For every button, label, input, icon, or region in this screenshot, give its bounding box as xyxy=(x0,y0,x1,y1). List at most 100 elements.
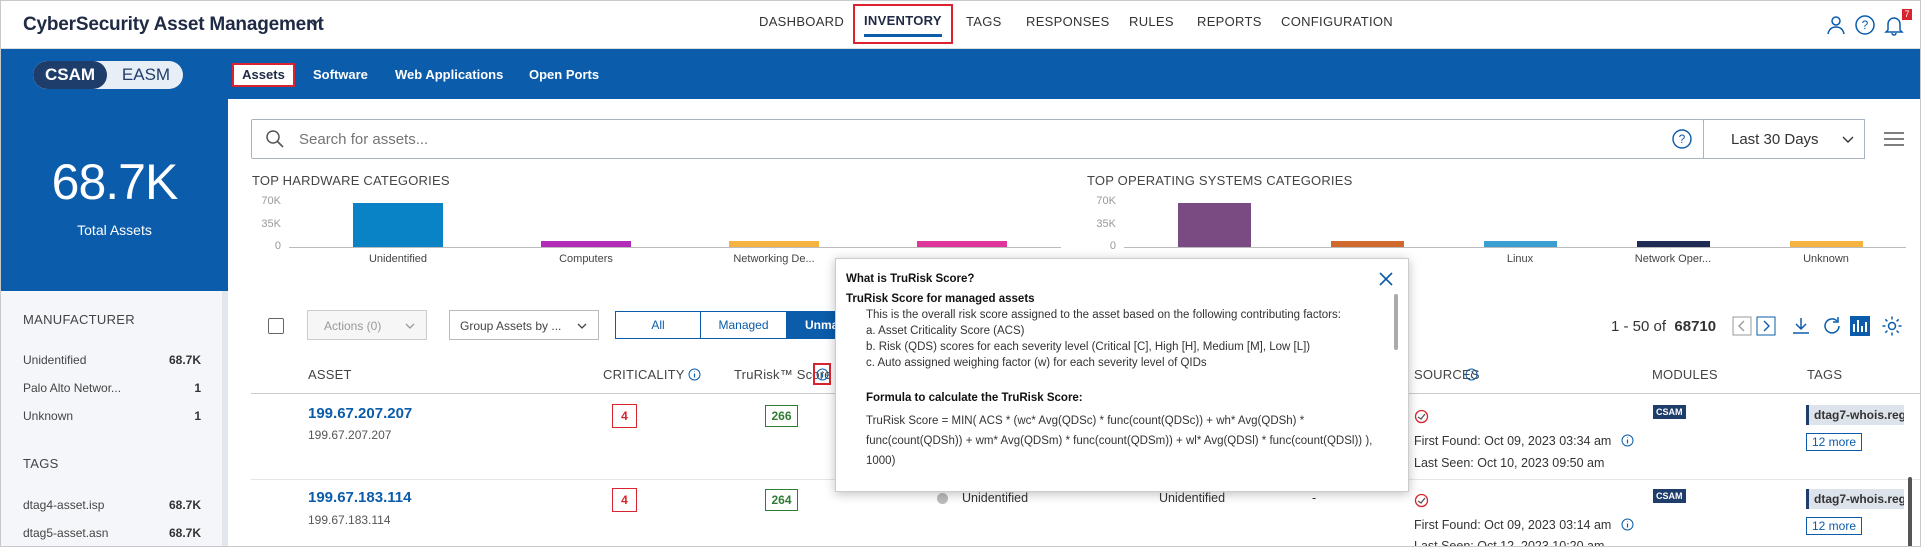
info-icon xyxy=(816,368,829,381)
search-help-icon[interactable]: ? xyxy=(1671,128,1693,150)
tab-software[interactable]: Software xyxy=(313,67,368,82)
download-icon[interactable] xyxy=(1790,315,1812,337)
user-icon[interactable] xyxy=(1825,14,1847,36)
y-tick-label: 70K xyxy=(1096,195,1116,207)
info-icon[interactable] xyxy=(688,368,701,381)
nav-dashboard[interactable]: DASHBOARD xyxy=(759,14,844,29)
notification-badge: 7 xyxy=(1902,9,1912,20)
pager-range: 1 - 50 of xyxy=(1611,318,1667,335)
info-icon[interactable] xyxy=(1465,368,1478,381)
x-tick-label: Linux xyxy=(1506,253,1534,265)
nav-tags[interactable]: TAGS xyxy=(966,14,1002,29)
col-tags[interactable]: TAGS xyxy=(1807,367,1842,382)
manufacturer-count: 1 xyxy=(194,409,201,423)
chart-bar[interactable] xyxy=(541,241,631,247)
refresh-icon[interactable] xyxy=(1821,315,1843,337)
manufacturer-item[interactable]: Palo Alto Networ... 1 xyxy=(23,381,201,395)
asset-ip-link[interactable]: 199.67.183.114 xyxy=(308,489,411,506)
mode-easm[interactable]: EASM xyxy=(111,61,181,89)
manufacturer-item[interactable]: Unknown 1 xyxy=(23,409,201,423)
more-tags-link[interactable]: 12 more xyxy=(1806,517,1863,535)
manufacturer-name: Unknown xyxy=(23,409,74,423)
chart-bar[interactable] xyxy=(1637,241,1710,247)
close-icon[interactable] xyxy=(1377,270,1395,288)
mode-csam[interactable]: CSAM xyxy=(33,61,107,89)
first-found: First Found: Oct 09, 2023 03:34 am xyxy=(1414,434,1612,448)
tag-chip[interactable]: dtag7-whois.reg xyxy=(1806,489,1904,509)
trurisk-score-badge: 266 xyxy=(765,405,798,427)
asset-ip-sub: 199.67.207.207 xyxy=(308,428,392,442)
source-agent-icon xyxy=(1414,409,1429,424)
chart-baseline xyxy=(289,247,1061,248)
chevron-down-icon xyxy=(405,323,415,329)
tag-item[interactable]: dtag4-asset.isp 68.7K xyxy=(23,498,201,512)
gear-icon[interactable] xyxy=(1881,315,1903,337)
trurisk-info-highlight[interactable] xyxy=(813,363,831,385)
filter-unmanaged[interactable]: Unma xyxy=(786,311,838,339)
mode-toggle[interactable]: CSAM EASM xyxy=(33,61,183,89)
popup-factor: b. Risk (QDS) scores for each severity l… xyxy=(866,341,1311,353)
criticality-badge: 4 xyxy=(612,404,637,428)
source-agent-icon xyxy=(1414,493,1429,508)
chart-bar[interactable] xyxy=(917,241,1007,247)
y-tick-label: 70K xyxy=(261,195,281,207)
y-tick-label: 35K xyxy=(261,217,281,230)
tag-chip[interactable]: dtag7-whois.reg xyxy=(1806,405,1904,425)
actions-dropdown[interactable]: Actions (0) xyxy=(307,310,427,340)
popup-formula-line: func(count(QDSh)) + wm* Avg(QDSm) * func… xyxy=(866,435,1373,447)
next-page-icon[interactable] xyxy=(1756,316,1776,336)
module-badge: CSAM xyxy=(1653,405,1686,419)
info-icon[interactable] xyxy=(1621,518,1634,531)
filter-all[interactable]: All xyxy=(615,311,701,339)
chart-bar[interactable] xyxy=(353,202,443,247)
col-modules[interactable]: MODULES xyxy=(1652,367,1718,382)
total-assets-count: 68.7K xyxy=(51,154,179,210)
chart-bar[interactable] xyxy=(729,241,819,247)
previous-page-icon[interactable] xyxy=(1732,316,1752,336)
nav-responses[interactable]: RESPONSES xyxy=(1026,14,1110,29)
nav-rules[interactable]: RULES xyxy=(1129,14,1174,29)
tag-item[interactable]: dtag5-asset.asn 68.7K xyxy=(23,526,201,540)
more-tags-link[interactable]: 12 more xyxy=(1806,433,1863,451)
pager-total: 68710 xyxy=(1674,318,1717,335)
category-icon xyxy=(937,493,948,504)
tab-assets[interactable]: Assets xyxy=(232,63,295,87)
total-assets-label: Total Assets xyxy=(77,222,152,238)
nav-configuration[interactable]: CONFIGURATION xyxy=(1281,14,1393,29)
tag-name: dtag5-asset.asn xyxy=(23,526,109,540)
table-scrollbar[interactable] xyxy=(1908,477,1912,546)
svg-text:?: ? xyxy=(1862,18,1869,32)
col-asset[interactable]: ASSET xyxy=(308,367,352,382)
svg-text:?: ? xyxy=(1679,132,1686,146)
search-input[interactable] xyxy=(299,127,1299,151)
popup-intro: This is the overall risk score assigned … xyxy=(866,309,1341,321)
chart-bar[interactable] xyxy=(1484,241,1557,247)
chart-bar[interactable] xyxy=(1790,241,1863,247)
help-icon[interactable]: ? xyxy=(1854,14,1876,36)
chart-toggle-icon[interactable] xyxy=(1849,315,1871,337)
first-found: First Found: Oct 09, 2023 03:14 am xyxy=(1414,518,1612,532)
nav-reports[interactable]: REPORTS xyxy=(1197,14,1262,29)
y-tick-label: 0 xyxy=(274,240,281,252)
nav-inventory[interactable]: INVENTORY xyxy=(853,4,953,44)
y-tick-label: 0 xyxy=(1109,240,1116,252)
popup-factor: a. Asset Criticality Score (ACS) xyxy=(866,325,1025,337)
tag-count: 68.7K xyxy=(168,526,201,540)
chart-bar[interactable] xyxy=(1331,241,1404,247)
module-badge: CSAM xyxy=(1653,489,1686,503)
popup-scrollbar[interactable] xyxy=(1394,294,1398,350)
select-all-checkbox[interactable] xyxy=(268,318,284,334)
tab-open-ports[interactable]: Open Ports xyxy=(529,67,599,82)
pager: 1 - 50 of 68710 xyxy=(1611,318,1716,335)
date-range-value: Last 30 Days xyxy=(1731,131,1819,148)
asset-ip-link[interactable]: 199.67.207.207 xyxy=(308,405,412,422)
col-criticality[interactable]: CRITICALITY xyxy=(603,367,685,382)
filter-managed[interactable]: Managed xyxy=(700,311,787,339)
manufacturer-item[interactable]: Unidentified 68.7K xyxy=(23,353,201,367)
chart-bar[interactable] xyxy=(1178,202,1251,247)
group-by-dropdown[interactable]: Group Assets by ... xyxy=(449,310,599,340)
chevron-down-icon[interactable] xyxy=(306,15,322,31)
hamburger-menu-icon[interactable] xyxy=(1883,131,1905,147)
tab-web-applications[interactable]: Web Applications xyxy=(395,67,503,82)
info-icon[interactable] xyxy=(1621,434,1634,447)
